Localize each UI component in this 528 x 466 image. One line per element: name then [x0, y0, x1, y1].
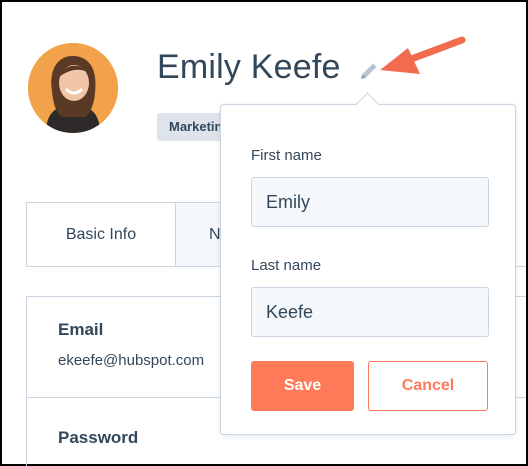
cancel-button[interactable]: Cancel [368, 361, 488, 411]
first-name-field[interactable] [251, 177, 489, 227]
team-badge: Marketing [157, 113, 227, 141]
last-name-label: Last name [251, 257, 322, 274]
password-label: Password [58, 428, 139, 447]
tab-basic-info[interactable]: Basic Info [26, 202, 176, 266]
email-label: Email [58, 320, 104, 339]
avatar-image [28, 43, 118, 133]
avatar [28, 43, 118, 133]
first-name-label: First name [251, 147, 322, 164]
last-name-field[interactable] [251, 287, 489, 337]
edit-name-popover: First name Last name Save Cancel [220, 92, 516, 435]
email-value: ekeefe@hubspot.com [58, 352, 205, 369]
save-button[interactable]: Save [251, 361, 354, 411]
profile-name: Emily Keefe [157, 48, 341, 86]
arrow-icon [370, 30, 470, 85]
